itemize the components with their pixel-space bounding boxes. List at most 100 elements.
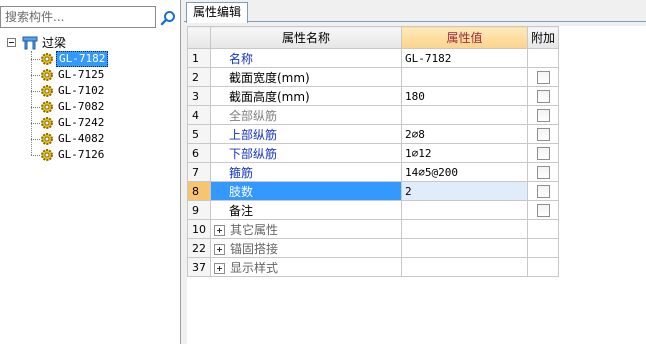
tree-item[interactable]: GL-7126 xyxy=(31,147,181,163)
row-number: 10 xyxy=(187,219,211,239)
attach-checkbox[interactable] xyxy=(536,166,550,179)
group-label: 锚固搭接 xyxy=(230,241,279,256)
group-label: 其它属性 xyxy=(230,222,279,237)
tree-item[interactable]: GL-7082 xyxy=(31,99,181,115)
attach-cell xyxy=(526,143,560,163)
attach-checkbox[interactable] xyxy=(536,109,550,122)
table-row[interactable]: 2 截面宽度(mm) xyxy=(187,67,560,87)
attach-checkbox[interactable] xyxy=(536,204,550,217)
group-label: 显示样式 xyxy=(230,260,279,275)
property-grid: 属性名称 属性值 附加 1 名称 GL-7182 2 截面宽度(mm) 3 截面… xyxy=(187,26,646,344)
group-cell: 锚固搭接 xyxy=(210,238,402,258)
group-row[interactable]: 37 显示样式 xyxy=(187,257,560,277)
header-property-name: 属性名称 xyxy=(210,26,402,49)
property-value[interactable]: 180 xyxy=(401,86,528,106)
search-box xyxy=(0,6,156,28)
tree-item-label: GL-7242 xyxy=(58,116,105,129)
attach-cell xyxy=(526,124,560,144)
expand-plus-icon[interactable] xyxy=(214,262,225,274)
tab-property-edit[interactable]: 属性编辑 xyxy=(186,2,249,23)
table-row[interactable]: 9 备注 xyxy=(187,200,560,220)
table-row[interactable]: 8 肢数 2 xyxy=(187,181,560,201)
group-value xyxy=(401,219,528,239)
row-number: 5 xyxy=(187,124,211,144)
property-name[interactable]: 备注 xyxy=(210,200,402,220)
property-name[interactable]: 肢数 xyxy=(210,181,402,201)
group-value xyxy=(401,238,528,258)
property-value[interactable]: 2⌀8 xyxy=(401,124,528,144)
tree-connector xyxy=(31,91,40,92)
property-rows: 1 名称 GL-7182 2 截面宽度(mm) 3 截面高度(mm) 180 4… xyxy=(187,48,560,277)
search-button[interactable] xyxy=(157,7,179,29)
attach-checkbox[interactable] xyxy=(536,185,550,198)
tab-bar: 属性编辑 xyxy=(184,0,646,23)
component-tree: 过梁 GL-7182 GL-7125 GL-7102 GL-7082 GL-72… xyxy=(0,35,181,161)
collapse-toggle[interactable] xyxy=(7,38,16,47)
tree-item[interactable]: GL-4082 xyxy=(31,131,181,147)
table-row[interactable]: 6 下部纵筋 1⌀12 xyxy=(187,143,560,163)
attach-cell xyxy=(526,181,560,201)
property-value[interactable]: 1⌀12 xyxy=(401,143,528,163)
tree-item[interactable]: GL-7102 xyxy=(31,83,181,99)
property-value[interactable]: 2 xyxy=(401,181,528,201)
group-row[interactable]: 22 锚固搭接 xyxy=(187,238,560,258)
property-name[interactable]: 截面高度(mm) xyxy=(210,86,402,106)
row-number: 2 xyxy=(187,67,211,87)
tree-root-label: 过梁 xyxy=(42,36,67,50)
attach-cell xyxy=(526,105,560,125)
tree-item-label: GL-4082 xyxy=(58,132,105,145)
row-number: 7 xyxy=(187,162,211,182)
property-name[interactable]: 箍筋 xyxy=(210,162,402,182)
attach-checkbox[interactable] xyxy=(536,90,550,103)
row-number: 9 xyxy=(187,200,211,220)
property-value[interactable] xyxy=(401,105,528,125)
attach-cell xyxy=(526,86,560,106)
row-number: 3 xyxy=(187,86,211,106)
row-number: 6 xyxy=(187,143,211,163)
row-number: 1 xyxy=(187,48,211,68)
tree-item[interactable]: GL-7242 xyxy=(31,115,181,131)
group-cell: 其它属性 xyxy=(210,219,402,239)
property-value[interactable]: 14⌀5@200 xyxy=(401,162,528,182)
property-value[interactable] xyxy=(401,67,528,87)
expand-plus-icon[interactable] xyxy=(214,243,225,255)
group-row[interactable]: 10 其它属性 xyxy=(187,219,560,239)
property-name[interactable]: 上部纵筋 xyxy=(210,124,402,144)
attach-cell xyxy=(526,200,560,220)
component-gear-icon xyxy=(40,148,54,165)
group-attach xyxy=(526,238,560,258)
row-number: 4 xyxy=(187,105,211,125)
tree-item-label: GL-7082 xyxy=(58,100,105,113)
property-name[interactable]: 截面宽度(mm) xyxy=(210,67,402,87)
property-name[interactable]: 名称 xyxy=(210,48,402,68)
row-number: 22 xyxy=(187,238,211,258)
attach-checkbox[interactable] xyxy=(536,128,550,141)
tree-node-root[interactable]: 过梁 xyxy=(0,35,181,51)
tree-connector xyxy=(31,139,40,140)
group-attach xyxy=(526,257,560,277)
table-row[interactable]: 4 全部纵筋 xyxy=(187,105,560,125)
property-name[interactable]: 全部纵筋 xyxy=(210,105,402,125)
search-icon xyxy=(160,11,175,26)
tree-item[interactable]: GL-7182 xyxy=(31,51,181,67)
table-row[interactable]: 7 箍筋 14⌀5@200 xyxy=(187,162,560,182)
table-row[interactable]: 5 上部纵筋 2⌀8 xyxy=(187,124,560,144)
tree-connector xyxy=(31,59,40,60)
property-value[interactable] xyxy=(401,200,528,220)
header-attach: 附加 xyxy=(526,26,560,49)
property-value[interactable]: GL-7182 xyxy=(401,48,528,68)
tree-item-label: GL-7182 xyxy=(56,51,109,67)
tree-item-label: GL-7126 xyxy=(58,148,105,161)
expand-plus-icon[interactable] xyxy=(214,224,225,236)
tree-connector xyxy=(31,75,40,76)
tree-item-label: GL-7102 xyxy=(58,84,105,97)
attach-cell xyxy=(526,162,560,182)
component-tree-panel: 过梁 GL-7182 GL-7125 GL-7102 xyxy=(0,0,181,344)
tree-item[interactable]: GL-7125 xyxy=(31,67,181,83)
attach-checkbox[interactable] xyxy=(536,71,550,84)
attach-checkbox[interactable] xyxy=(536,147,550,160)
table-row[interactable]: 3 截面高度(mm) 180 xyxy=(187,86,560,106)
property-name[interactable]: 下部纵筋 xyxy=(210,143,402,163)
table-row[interactable]: 1 名称 GL-7182 xyxy=(187,48,560,68)
search-input[interactable] xyxy=(1,7,155,27)
